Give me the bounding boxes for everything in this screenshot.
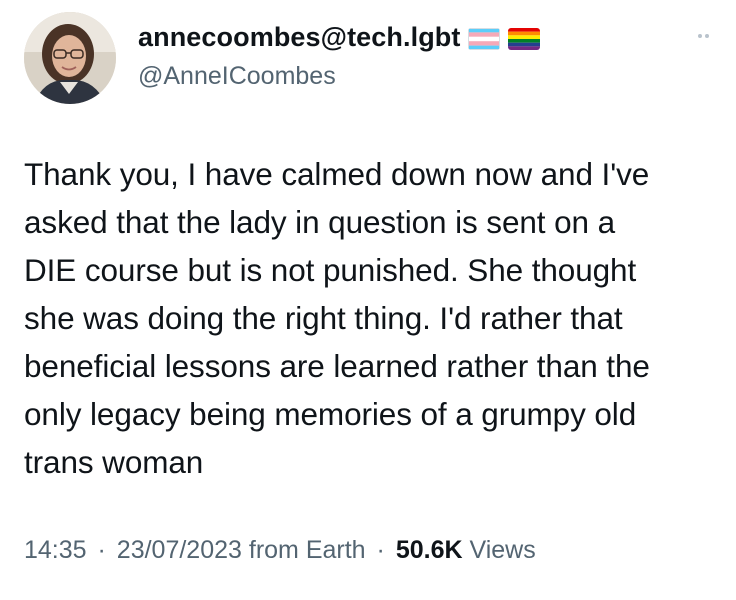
tweet-meta: 14:35 · 23/07/2023 from Earth · 50.6K Vi… (24, 536, 536, 565)
rainbow-pride-flag-icon (508, 27, 541, 50)
display-name-row: annecoombes@tech.lgbt (138, 22, 541, 53)
transgender-flag-icon (468, 27, 501, 50)
meta-separator: · (376, 536, 385, 564)
more-dot (697, 34, 702, 38)
views-label: Views (469, 536, 536, 564)
views-count: 50.6K (395, 536, 463, 564)
more-options-icon[interactable] (688, 26, 718, 46)
tweet: annecoombes@tech.lgbt @AnneICoombes Than… (0, 0, 736, 600)
more-dot (704, 34, 709, 38)
tweet-source: from Earth (248, 536, 366, 564)
avatar-photo (24, 12, 116, 104)
tweet-text: Thank you, I have calmed down now and I'… (24, 156, 650, 480)
tweet-date[interactable]: 23/07/2023 (117, 536, 242, 564)
tweet-time[interactable]: 14:35 (24, 536, 87, 564)
display-name[interactable]: annecoombes@tech.lgbt (138, 22, 460, 53)
user-handle[interactable]: @AnneICoombes (138, 62, 336, 91)
meta-separator: · (97, 536, 106, 564)
avatar[interactable] (24, 12, 116, 104)
